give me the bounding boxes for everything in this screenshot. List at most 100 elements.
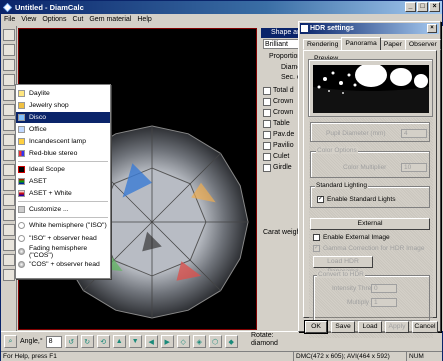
tab-paper[interactable]: Paper: [379, 39, 406, 50]
menu-gem-material[interactable]: Gem material: [86, 14, 134, 26]
dialog-title: HDR settings: [310, 25, 354, 32]
menu-item-jewelry-shop[interactable]: Jewelry shop: [16, 100, 110, 111]
menu-item-customize[interactable]: Customize ...: [16, 204, 110, 215]
tool-17-icon[interactable]: [3, 269, 15, 281]
menu-item-iso-observer[interactable]: "ISO" + observer head: [16, 233, 110, 244]
shape-row[interactable]: Culet: [263, 151, 299, 162]
gamma-correction-checkbox[interactable]: ✓ Gamma Correction for HDR Image: [313, 245, 425, 252]
tool-6-icon[interactable]: [3, 104, 15, 116]
rotate-ccw-icon[interactable]: ⟲: [96, 335, 110, 348]
menu-options[interactable]: Options: [39, 14, 69, 26]
tool-12-icon[interactable]: [3, 194, 15, 206]
tool-10-icon[interactable]: [3, 164, 15, 176]
ok-button[interactable]: OK: [304, 320, 328, 334]
external-button[interactable]: External: [310, 218, 430, 230]
view-angle-icon[interactable]: ◆: [224, 335, 238, 348]
tool-13-icon[interactable]: [3, 209, 15, 221]
view-side-icon[interactable]: ⬡: [208, 335, 222, 348]
arrow-down-icon[interactable]: ▼: [128, 335, 142, 348]
dialog-close-button[interactable]: ×: [427, 24, 437, 33]
rotate-left-icon[interactable]: ↺: [64, 335, 78, 348]
view-bottom-icon[interactable]: ◈: [192, 335, 206, 348]
checkbox-label: Enable External Image: [323, 234, 390, 241]
hemisphere-icon: [18, 222, 25, 229]
tab-observer[interactable]: Observer: [404, 39, 441, 50]
shape-combo[interactable]: Brilliant: [263, 39, 300, 49]
menu-item-ideal-scope[interactable]: Ideal Scope: [16, 164, 110, 175]
row-label: Pav.de: [273, 131, 295, 138]
arrow-up-icon[interactable]: ▲: [112, 335, 126, 348]
hdr-tool-icon[interactable]: [3, 89, 15, 101]
checkbox-label: Gamma Correction for HDR Image: [323, 245, 425, 252]
tool-2-icon[interactable]: [3, 44, 15, 56]
load-button[interactable]: Load: [358, 321, 382, 333]
menu-item-aset[interactable]: ASET: [16, 176, 110, 187]
observer-head-icon: [18, 261, 25, 268]
menu-item-white-hemisphere[interactable]: White hemisphere ("ISO"): [16, 220, 110, 231]
daylite-icon: [18, 90, 25, 97]
menu-item-disco[interactable]: Disco: [16, 112, 110, 123]
tool-7-icon[interactable]: [3, 119, 15, 131]
enable-external-image-checkbox[interactable]: Enable External Image: [313, 234, 390, 241]
menu-item-daylite[interactable]: Daylite: [16, 88, 110, 99]
view-top-icon[interactable]: ◇: [176, 335, 190, 348]
save-button[interactable]: Save: [331, 321, 355, 333]
shape-row[interactable]: Crown: [263, 107, 299, 118]
menu-file[interactable]: File: [1, 14, 18, 26]
tool-3-icon[interactable]: [3, 59, 15, 71]
menu-item-office[interactable]: Office: [16, 124, 110, 135]
tab-rendering[interactable]: Rendering: [303, 39, 343, 50]
convert-hdr-label: Convert to HDR: [317, 271, 365, 278]
arrow-left-icon[interactable]: ◀: [144, 335, 158, 348]
menu-item-cos-observer[interactable]: "COS" + observer head: [16, 259, 110, 270]
minimize-button[interactable]: _: [405, 2, 416, 12]
disco-icon: [18, 114, 25, 121]
color-multiplier-field[interactable]: 10: [401, 163, 427, 172]
shape-row[interactable]: Table: [263, 118, 299, 129]
tool-9-icon[interactable]: [3, 149, 15, 161]
arrow-right-icon[interactable]: ▶: [160, 335, 174, 348]
lighting-context-menu: Daylite Jewelry shop Disco Office Incand…: [15, 84, 111, 279]
menu-view[interactable]: View: [18, 14, 39, 26]
enable-standard-lights-checkbox[interactable]: ✓ Enable Standard Lights: [317, 196, 396, 203]
menu-item-label: White hemisphere ("ISO"): [29, 222, 107, 229]
tool-4-icon[interactable]: [3, 74, 15, 86]
angle-combo[interactable]: 8: [45, 335, 62, 348]
maximize-button[interactable]: □: [417, 2, 428, 12]
tab-panorama[interactable]: Panorama: [341, 37, 381, 50]
shape-row[interactable]: Crown: [263, 96, 299, 107]
tool-1-icon[interactable]: [3, 29, 15, 41]
checkbox-box: ✓: [317, 196, 324, 203]
status-help: For Help, press F1: [3, 353, 57, 360]
dialog-icon: [301, 25, 308, 32]
menu-item-aset-white[interactable]: ASET + White: [16, 188, 110, 199]
intensity-threshold-field[interactable]: 0: [371, 284, 397, 293]
tool-16-icon[interactable]: [3, 254, 15, 266]
shape-row[interactable]: Total d: [263, 85, 299, 96]
tool-15-icon[interactable]: [3, 239, 15, 251]
menu-help[interactable]: Help: [134, 14, 154, 26]
carat-weight-label: Carat weight: [263, 229, 303, 236]
menu-item-fading-hemisphere[interactable]: Fading hemisphere ("COS"): [16, 245, 110, 259]
tool-14-icon[interactable]: [3, 224, 15, 236]
magnifier-icon[interactable]: ⌕: [4, 335, 17, 348]
menu-item-incandescent[interactable]: Incandescent lamp: [16, 136, 110, 147]
close-button[interactable]: ×: [429, 2, 440, 12]
stereo-icon: [18, 150, 25, 157]
menu-item-label: Customize ...: [29, 206, 69, 213]
menu-item-red-blue-stereo[interactable]: Red-blue stereo: [16, 148, 110, 159]
pupil-diameter-field[interactable]: 4: [401, 129, 427, 138]
load-hdr-panorama-button[interactable]: Load HDR Panorama: [313, 256, 373, 275]
shape-row[interactable]: Girdle: [263, 162, 299, 173]
shape-row[interactable]: Pavilio: [263, 140, 299, 151]
multiply-coeff-field[interactable]: 1: [371, 298, 397, 307]
tool-11-icon[interactable]: [3, 179, 15, 191]
dialog-title-bar: HDR settings ×: [300, 23, 439, 34]
rotate-right-icon[interactable]: ↻: [80, 335, 94, 348]
menu-item-label: ASET + White: [29, 190, 72, 197]
tool-8-icon[interactable]: [3, 134, 15, 146]
apply-button[interactable]: Apply: [385, 321, 409, 333]
shape-row[interactable]: Pav.de: [263, 129, 299, 140]
cancel-button[interactable]: Cancel: [412, 321, 438, 333]
menu-cut[interactable]: Cut: [69, 14, 86, 26]
